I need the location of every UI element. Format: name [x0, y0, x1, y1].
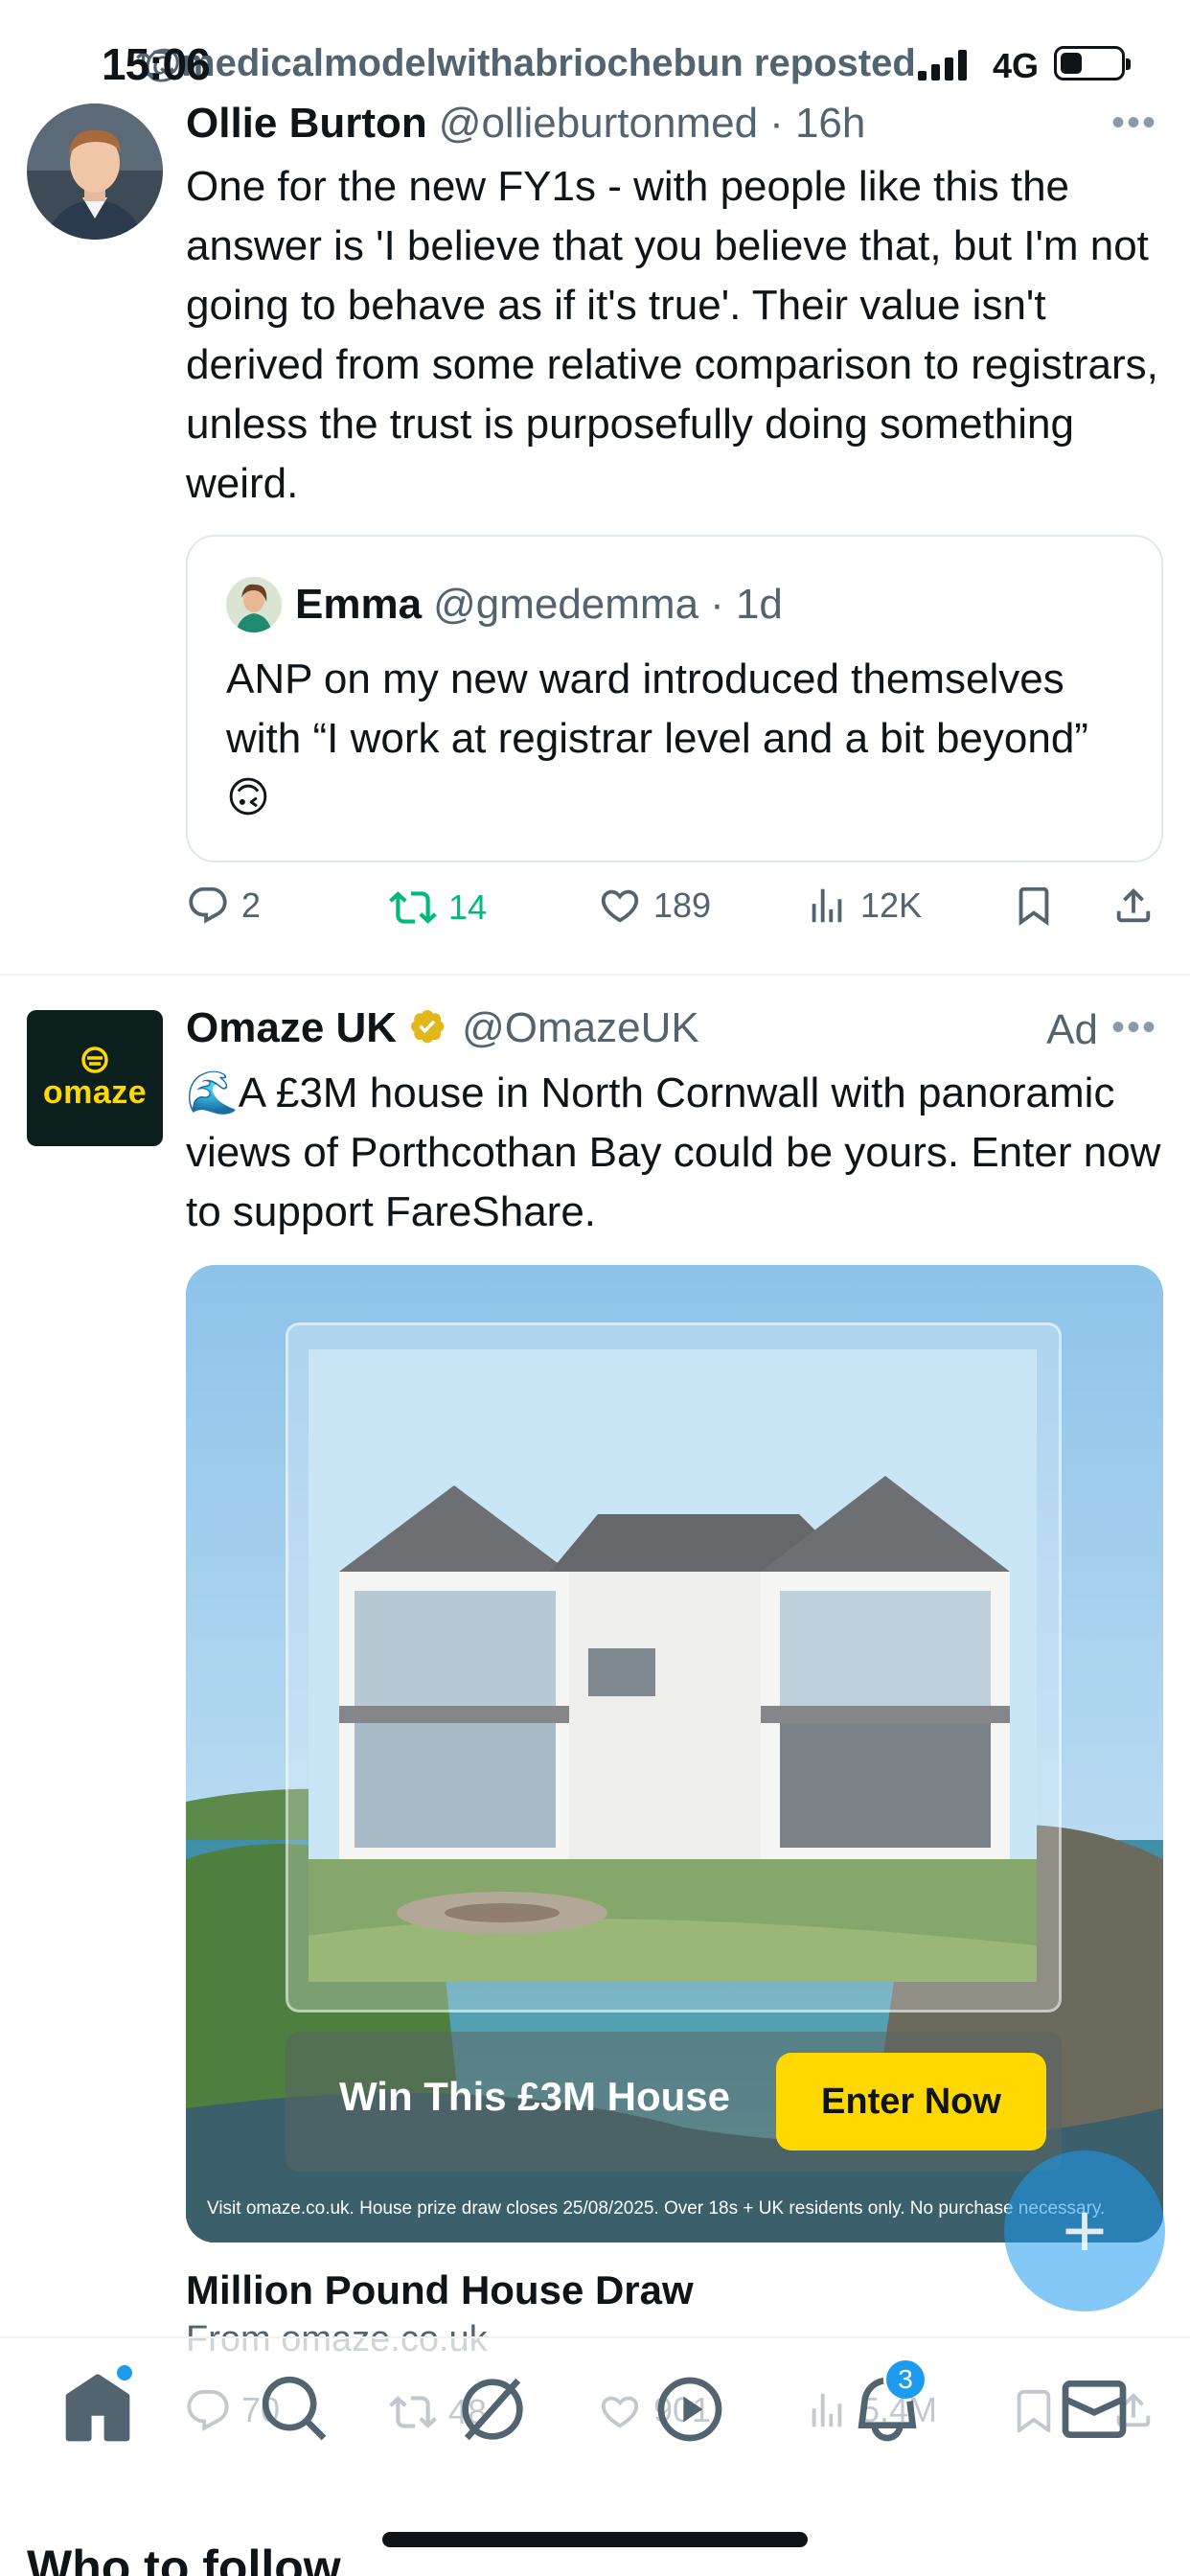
share-button[interactable] [1111, 884, 1156, 928]
bookmark-icon [1017, 2389, 1051, 2432]
share-button[interactable] [1111, 2388, 1156, 2432]
reply-icon [187, 2389, 229, 2431]
ad-cta-bar: Win This £3M House Enter Now [286, 2032, 1062, 2172]
enter-now-button[interactable]: Enter Now [776, 2053, 1046, 2150]
reply-count: 2 [241, 886, 262, 925]
repost-count: 48 [448, 2392, 488, 2431]
more-options-icon[interactable]: ••• [1111, 1006, 1157, 1049]
divider [0, 974, 1190, 976]
repost-icon [389, 891, 437, 924]
reply-button[interactable]: 70 [186, 2388, 280, 2432]
bookmark-button[interactable] [1012, 884, 1056, 928]
share-icon [1116, 887, 1151, 923]
status-time: 15:06 [102, 39, 211, 89]
like-button[interactable]: 901 [598, 2388, 711, 2432]
author-name[interactable]: Ollie Burton [186, 100, 427, 148]
repost-context[interactable]: @medicalmodelwithabriochebun reposted [144, 42, 916, 85]
views-count: 5.4M [860, 2390, 938, 2429]
who-to-follow-heading: Who to follow [27, 2541, 341, 2576]
views-icon [812, 2393, 842, 2427]
like-button[interactable]: 189 [598, 884, 711, 928]
ad-image[interactable]: Win This £3M House Enter Now Visit omaze… [186, 1265, 1163, 2242]
home-new-dot [117, 2365, 132, 2380]
reply-count: 70 [241, 2390, 281, 2429]
like-count: 189 [653, 886, 712, 925]
author-handle[interactable]: @ollieburtonmed [439, 100, 758, 148]
reply-button[interactable]: 2 [186, 884, 261, 928]
ad-tweet-actions: 70 48 901 5.4M [186, 2388, 1173, 2446]
quote-avatar[interactable] [226, 577, 282, 632]
quote-author-name[interactable]: Emma [295, 581, 422, 629]
repost-icon [389, 2396, 437, 2428]
ad-cta-text: Win This £3M House [339, 2074, 731, 2119]
repost-button[interactable]: 14 [389, 884, 487, 932]
tweet-time[interactable]: · 16h [769, 100, 865, 148]
like-count: 901 [653, 2390, 712, 2429]
compose-button[interactable]: + [1004, 2150, 1165, 2312]
bookmark-button[interactable] [1012, 2388, 1056, 2432]
home-indicator[interactable] [382, 2532, 808, 2547]
network-type: 4G [993, 46, 1040, 85]
verified-badge-icon [411, 1009, 445, 1044]
omaze-logo-icon [81, 1046, 108, 1073]
author-handle[interactable]: @OmazeUK [462, 1004, 699, 1052]
views-count: 12K [860, 886, 923, 925]
home-icon [65, 2374, 130, 2442]
share-icon [1116, 2392, 1151, 2427]
views-button[interactable]: 5.4M [805, 2388, 937, 2432]
tweet-actions: 2 14 189 12K [186, 884, 1173, 941]
tab-home[interactable] [59, 2365, 136, 2448]
views-button[interactable]: 12K [805, 884, 922, 928]
repost-count: 14 [448, 887, 488, 927]
repost-button[interactable]: 48 [389, 2388, 487, 2436]
ad-disclaimer: Visit omaze.co.uk. House prize draw clos… [207, 2198, 1106, 2219]
heart-icon [601, 2396, 639, 2428]
quote-tweet[interactable]: Emma @gmedemma · 1d ANP on my new ward i… [186, 535, 1163, 862]
more-options-icon[interactable]: ••• [1111, 102, 1157, 145]
card-title[interactable]: Million Pound House Draw [186, 2267, 694, 2313]
author-name[interactable]: Omaze UK [186, 1004, 397, 1052]
avatar[interactable] [27, 104, 163, 240]
quote-time: · 1d [710, 581, 783, 628]
omaze-logo-text: omaze [42, 1073, 148, 1111]
ad-label: Ad [1046, 1006, 1098, 1053]
views-icon [812, 888, 842, 923]
battery-icon [1054, 46, 1131, 80]
signal-icon [918, 50, 967, 80]
reply-icon [189, 886, 227, 924]
omaze-logo-avatar[interactable]: omaze [27, 1010, 163, 1146]
heart-icon [601, 889, 639, 923]
image-frame [286, 1322, 1062, 2012]
quote-author-handle[interactable]: @gmedemma [433, 581, 698, 629]
tweet-text: 🌊A £3M house in North Cornwall with pano… [186, 1070, 1161, 1235]
quote-text: ANP on my new ward introduced themselves… [226, 656, 1088, 821]
tweet-text: One for the new FY1s - with people like … [186, 163, 1158, 507]
bookmark-icon [1018, 886, 1049, 926]
